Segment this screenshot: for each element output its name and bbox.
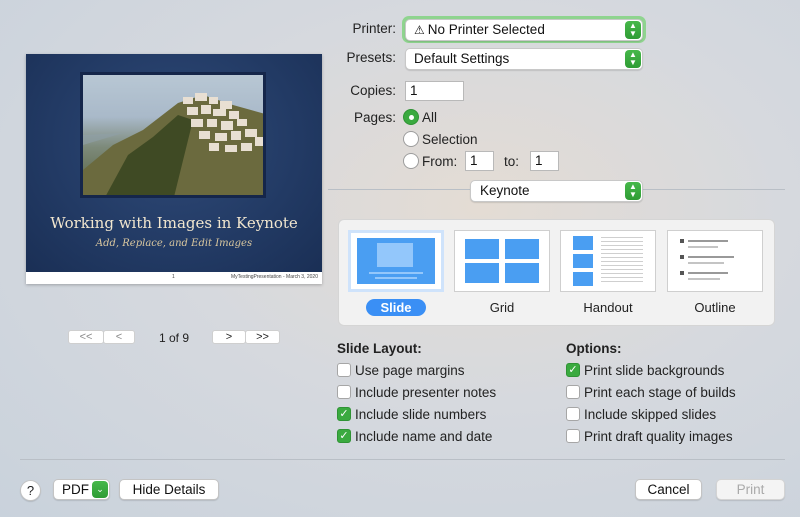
outline-layout-glyph (668, 231, 762, 291)
slide-layout-title: Slide Layout: (337, 341, 422, 356)
print-draft-quality-images-checkbox[interactable] (566, 429, 580, 443)
previous-page-glyph: < (115, 331, 123, 343)
slide-subtitle: Add, Replace, and Edit Images (95, 238, 253, 249)
print-button[interactable]: Print (716, 479, 785, 500)
print-draft-quality-images-label: Print draft quality images (584, 429, 733, 444)
footer-separator (20, 459, 785, 460)
print-each-stage-of-builds-label: Print each stage of builds (584, 385, 736, 400)
pages-selection-radio[interactable] (403, 131, 419, 147)
pdf-label: PDF (62, 482, 89, 497)
next-page-glyph: > (225, 331, 233, 343)
cancel-button[interactable]: Cancel (635, 479, 702, 500)
previous-page-button[interactable]: < (103, 330, 135, 344)
hillside-town-image (83, 93, 263, 195)
last-page-button[interactable]: >> (245, 330, 280, 344)
chevron-updown-icon: ▲ ▼ (625, 182, 641, 200)
copies-field[interactable]: 1 (405, 81, 464, 101)
presets-popup[interactable]: Default Settings ▲ ▼ (405, 48, 643, 70)
presets-label: Presets: (346, 50, 396, 65)
pages-label: Pages: (353, 110, 396, 125)
layout-slide-thumbnail[interactable] (348, 230, 444, 292)
include-skipped-slides-checkbox[interactable] (566, 407, 580, 421)
first-page-button[interactable]: << (68, 330, 104, 344)
presets-value: Default Settings (414, 51, 510, 66)
page-indicator: 1 of 9 (158, 331, 190, 345)
print-slide-backgrounds-label: Print slide backgrounds (584, 363, 725, 378)
grid-layout-glyph (455, 231, 549, 291)
layout-outline-label[interactable]: Outline (667, 300, 763, 315)
layout-handout-label[interactable]: Handout (560, 300, 656, 315)
slide-title: Working with Images in Keynote (50, 214, 298, 232)
layout-grid-thumbnail[interactable] (454, 230, 550, 292)
layout-slide-label[interactable]: Slide (348, 299, 444, 316)
slide-background: Working with Images in Keynote Add, Repl… (26, 54, 322, 272)
printer-label: Printer: (352, 21, 396, 36)
include-presenter-notes-checkbox[interactable] (337, 385, 351, 399)
pages-to-label: to: (504, 154, 520, 169)
printer-value: No Printer Selected (427, 22, 545, 37)
include-slide-numbers-checkbox[interactable]: ✓ (337, 407, 351, 421)
pages-all-label: All (422, 110, 438, 125)
pages-selection-label: Selection (422, 132, 478, 147)
pdf-menu-button[interactable]: PDF ⌄ (53, 479, 110, 500)
layout-grid-label[interactable]: Grid (454, 300, 550, 315)
slide-footer-name-date: MyTestingPresentation - March 3, 2020 (231, 274, 318, 280)
help-button[interactable]: ? (20, 480, 41, 501)
handout-layout-glyph (561, 231, 655, 291)
pages-to-field[interactable]: 1 (530, 151, 559, 171)
slide-footer-page: 1 (172, 274, 175, 280)
layout-chooser: Slide Grid Handout Outline (338, 219, 775, 326)
copies-label: Copies: (350, 83, 396, 98)
hide-details-button[interactable]: Hide Details (119, 479, 219, 500)
chevron-updown-icon: ▲ ▼ (625, 50, 641, 68)
include-skipped-slides-label: Include skipped slides (584, 407, 717, 422)
include-slide-numbers-label: Include slide numbers (355, 407, 487, 422)
use-page-margins-label: Use page margins (355, 363, 465, 378)
app-options-popup[interactable]: Keynote ▲ ▼ (470, 180, 643, 202)
printer-popup[interactable]: ⚠ No Printer Selected ▲ ▼ (405, 19, 643, 41)
chevron-updown-icon: ▲ ▼ (625, 21, 641, 39)
slide-preview: Working with Images in Keynote Add, Repl… (26, 54, 322, 284)
last-page-glyph: >> (256, 331, 269, 343)
warning-icon: ⚠ (414, 23, 425, 37)
print-slide-backgrounds-checkbox[interactable]: ✓ (566, 363, 580, 377)
next-page-button[interactable]: > (212, 330, 246, 344)
layout-outline-thumbnail[interactable] (667, 230, 763, 292)
slide-layout-glyph (357, 238, 435, 284)
include-presenter-notes-label: Include presenter notes (355, 385, 497, 400)
first-page-glyph: << (79, 331, 93, 343)
print-each-stage-of-builds-checkbox[interactable] (566, 385, 580, 399)
use-page-margins-checkbox[interactable] (337, 363, 351, 377)
pages-from-label: From: (422, 154, 458, 169)
layout-handout-thumbnail[interactable] (560, 230, 656, 292)
app-options-value: Keynote (480, 183, 530, 198)
options-title: Options: (566, 341, 622, 356)
pages-from-radio[interactable] (403, 153, 419, 169)
pages-from-field[interactable]: 1 (465, 151, 494, 171)
slide-photo (80, 72, 266, 198)
chevron-down-icon: ⌄ (92, 481, 108, 498)
include-name-and-date-checkbox[interactable]: ✓ (337, 429, 351, 443)
pages-all-radio[interactable] (403, 109, 419, 125)
include-name-and-date-label: Include name and date (355, 429, 493, 444)
